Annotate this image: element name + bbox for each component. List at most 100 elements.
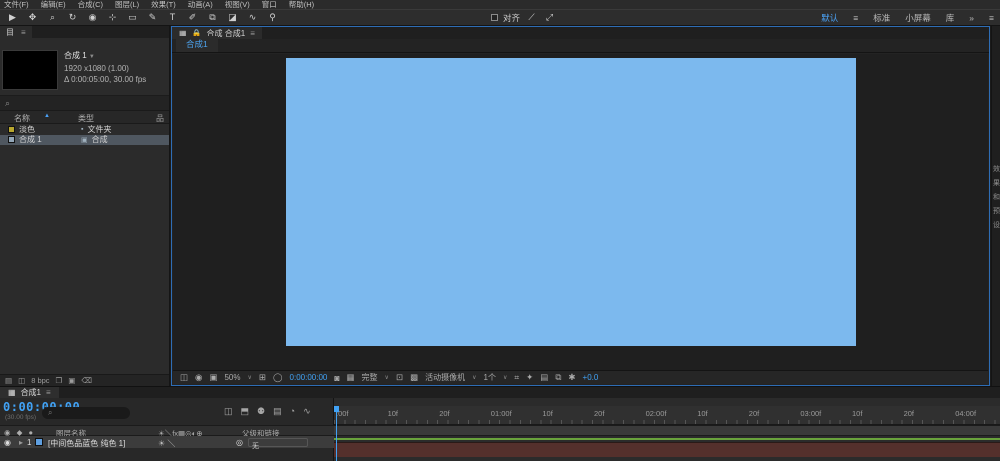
menu-item-1[interactable]: 编辑(E) (41, 0, 66, 9)
resolution-value[interactable]: 完整 (362, 372, 378, 383)
proxy-icon[interactable]: ◫ (18, 376, 25, 385)
camera-view-value[interactable]: 活动摄像机 (425, 372, 465, 383)
flowchart-button-icon[interactable]: ⧉ (555, 372, 561, 383)
composition-canvas[interactable] (286, 58, 856, 346)
shy-layers-icon[interactable]: ⚉ (257, 406, 265, 417)
layer-expander-icon[interactable]: ▸ (19, 438, 23, 447)
viewer-tab-comp1[interactable]: 合成1 (176, 36, 218, 52)
pan-behind-tool-icon[interactable]: ⊹ (106, 11, 119, 24)
project-row-folder[interactable]: 淡色 ▪ 文件夹 (0, 124, 169, 135)
snap-options-icon[interactable]: ⟋ (525, 11, 538, 24)
exposure-icon[interactable]: ✱ (568, 372, 575, 383)
selection-tool-icon[interactable]: ▶ (6, 11, 19, 24)
viewer-timecode[interactable]: 0:00:00:00 (290, 373, 328, 382)
resolution-caret-icon[interactable]: ∨ (385, 374, 389, 381)
comp-thumbnail[interactable] (2, 50, 58, 90)
zoom-tool-icon[interactable]: ⌕ (46, 11, 59, 24)
camera-view-caret-icon[interactable]: ∨ (472, 374, 476, 381)
workspace-overflow-icon[interactable]: » (969, 13, 974, 23)
grid-guides-icon[interactable]: ⊞ (259, 372, 266, 383)
workspace-small-screen[interactable]: 小屏幕 (905, 12, 931, 24)
timeline-tab[interactable]: ▦ 合成1 ≡ (0, 387, 59, 398)
view-layout-caret-icon[interactable]: ∨ (503, 374, 507, 381)
type-tool-icon[interactable]: T (166, 11, 179, 24)
menu-item-7[interactable]: 窗口 (262, 0, 277, 9)
view-layout-value[interactable]: 1个 (484, 372, 496, 383)
magnification-value[interactable]: 50% (224, 373, 240, 382)
snap-checkbox[interactable] (491, 14, 498, 21)
layer-name[interactable]: [中间色品蓝色 纯色 1] (48, 438, 125, 449)
snap-label[interactable]: 对齐 (503, 12, 520, 24)
draft-3d-icon[interactable]: ⬒ (241, 406, 250, 417)
region-of-interest-icon[interactable]: ⊡ (396, 372, 403, 383)
always-preview-icon[interactable]: ◫ (180, 372, 188, 383)
graph-editor-icon[interactable]: ∿ (303, 406, 311, 417)
playhead-handle[interactable] (334, 406, 339, 412)
menu-item-3[interactable]: 图层(L) (115, 0, 139, 9)
orbit-camera-tool-icon[interactable]: ↻ (66, 11, 79, 24)
frame-blending-icon[interactable]: ▤ (273, 406, 282, 417)
delete-icon[interactable]: ⌫ (81, 376, 92, 385)
parent-pickwhip-icon[interactable]: ◎ (236, 438, 243, 447)
layer-row[interactable]: ◉ ▸ 1 [中间色品蓝色 纯色 1] ☀ ＼ ◎ 无 ∨ (0, 436, 334, 450)
new-folder-icon[interactable]: ❐ (56, 376, 63, 385)
new-comp-icon[interactable]: ▣ (68, 376, 75, 385)
puppet-tool-icon[interactable]: ⚲ (266, 11, 279, 24)
menu-item-0[interactable]: 文件(F) (4, 0, 29, 9)
workspace-libraries[interactable]: 库 (946, 12, 955, 24)
composition-panel-menu-icon[interactable]: ≡ (250, 29, 255, 38)
interpret-footage-icon[interactable]: ▤ (5, 376, 12, 385)
menu-item-5[interactable]: 动画(A) (188, 0, 213, 9)
roto-brush-tool-icon[interactable]: ∿ (246, 11, 259, 24)
layer-switches[interactable]: ☀ ＼ (158, 438, 175, 449)
timeline-button-icon[interactable]: ▤ (540, 372, 548, 383)
timeline-track-area[interactable]: :00f 10f 20f 01:00f 10f 20f 02:00f 10f 20f 03:00f… (334, 398, 1000, 461)
menu-item-6[interactable]: 视图(V) (225, 0, 250, 9)
workspace-menu-icon[interactable]: ≡ (853, 13, 858, 23)
workspace-default[interactable]: 默认 (821, 12, 838, 24)
menu-item-4[interactable]: 效果(T) (151, 0, 176, 9)
workspace-standard[interactable]: 标准 (873, 12, 890, 24)
hand-tool-icon[interactable]: ✥ (26, 11, 39, 24)
project-search-field[interactable]: ⌕ (0, 96, 169, 111)
pixel-aspect-icon[interactable]: ⌗ (514, 372, 519, 383)
timeline-panel-menu-icon[interactable]: ≡ (46, 388, 51, 397)
maximize-icon[interactable]: ⤢ (543, 11, 556, 24)
pen-tool-icon[interactable]: ✎ (146, 11, 159, 24)
column-header-type[interactable]: 类型 (78, 113, 94, 124)
brush-tool-icon[interactable]: ✐ (186, 11, 199, 24)
layer-label-color-swatch[interactable] (35, 438, 43, 446)
toolbar-menu-icon[interactable]: ≡ (989, 13, 994, 23)
time-ruler[interactable]: :00f 10f 20f 01:00f 10f 20f 02:00f 10f 20f 03:00f… (334, 406, 1000, 425)
fast-preview-icon[interactable]: ✦ (526, 372, 533, 383)
menu-item-2[interactable]: 合成(C) (78, 0, 103, 9)
project-bit-depth[interactable]: 8 bpc (31, 376, 49, 385)
timeline-search-field[interactable]: ⌕ (42, 407, 130, 419)
flowchart-column-icon[interactable]: 品 (156, 113, 164, 124)
menu-item-8[interactable]: 帮助(H) (289, 0, 314, 9)
project-tab[interactable]: 目 ≡ (0, 26, 32, 38)
main-viewer-icon[interactable]: ◉ (195, 372, 202, 383)
project-row-comp[interactable]: 合成 1 ▣ 合成 (0, 134, 169, 145)
label-color-swatch[interactable] (8, 136, 15, 144)
column-header-name[interactable]: 名称 (14, 113, 30, 124)
clone-stamp-tool-icon[interactable]: ⧉ (206, 11, 219, 24)
layer-duration-bar[interactable] (334, 442, 1000, 457)
eraser-tool-icon[interactable]: ◪ (226, 11, 239, 24)
snapshot-icon[interactable]: ◙ (334, 373, 339, 383)
project-panel-menu-icon[interactable]: ≡ (21, 28, 26, 37)
comp-title-caret-icon[interactable]: ▼ (89, 54, 95, 60)
parent-dropdown[interactable]: 无 ∨ (248, 438, 308, 450)
collapsed-panel-tab[interactable]: 效果和预设 (992, 164, 1000, 230)
camera-tool-icon[interactable]: ◉ (86, 11, 99, 24)
transparency-grid-icon[interactable]: ▩ (410, 372, 418, 383)
comp-mini-flowchart-icon[interactable]: ◫ (224, 406, 233, 417)
label-color-swatch[interactable] (8, 125, 15, 133)
playhead-line[interactable] (336, 406, 337, 461)
magnification-caret-icon[interactable]: ∨ (248, 374, 252, 381)
layer-visibility-eye-icon[interactable]: ◉ (4, 438, 11, 447)
show-snapshot-icon[interactable]: ▦ (347, 372, 355, 383)
shape-tool-icon[interactable]: ▭ (126, 11, 139, 24)
exposure-value[interactable]: +0.0 (583, 373, 599, 382)
channel-settings-icon[interactable]: ▣ (209, 372, 217, 383)
